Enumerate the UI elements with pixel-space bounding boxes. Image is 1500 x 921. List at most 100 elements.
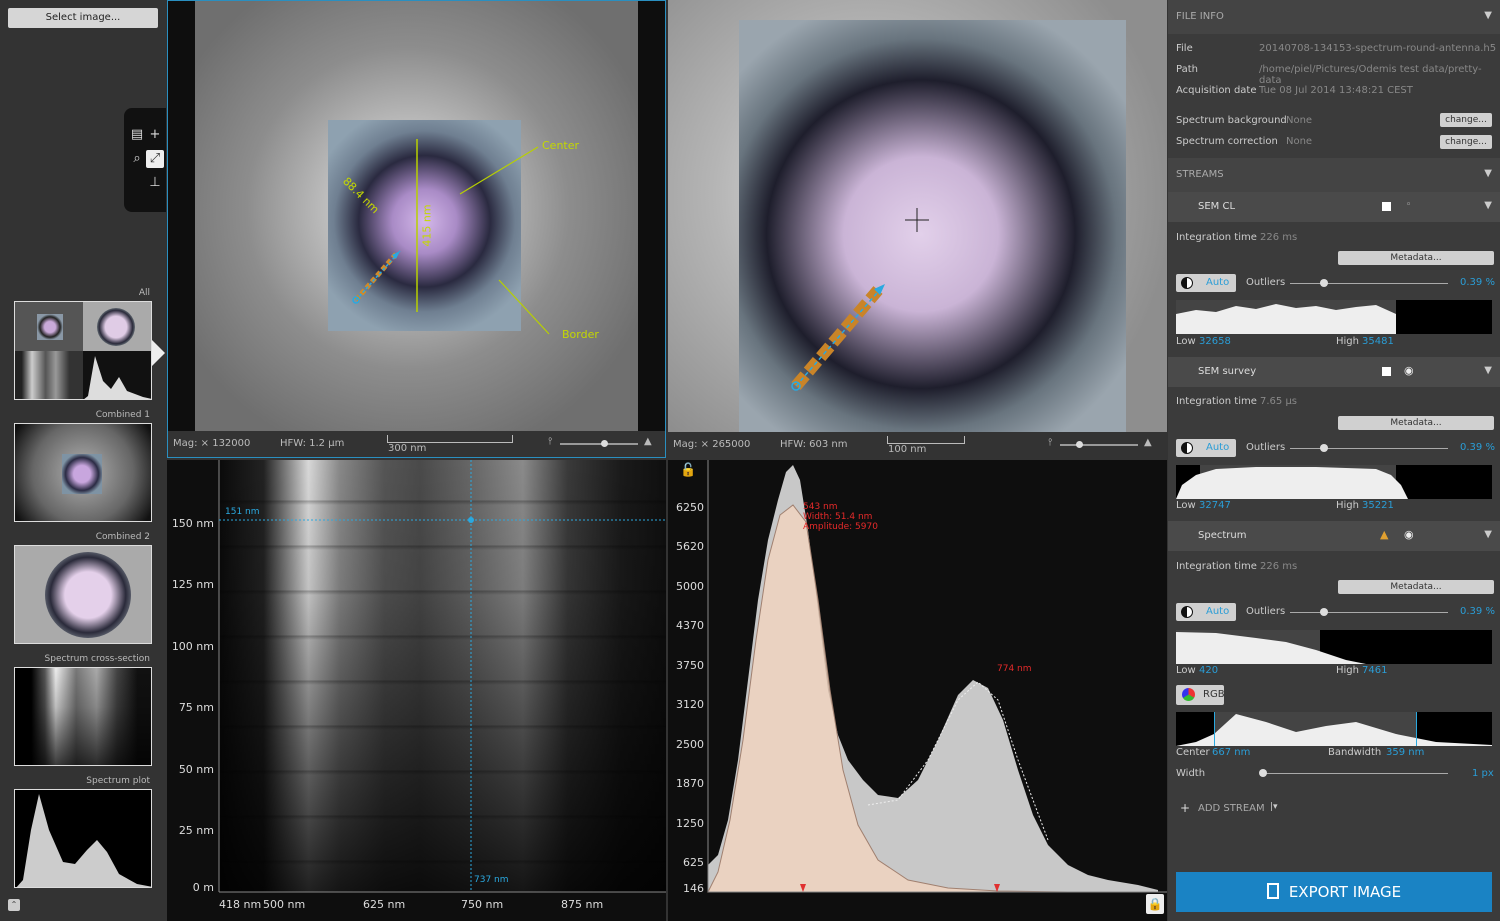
spectrum-correction-label: Spectrum correction xyxy=(1176,136,1278,147)
histogram-sem-cl[interactable] xyxy=(1176,300,1492,334)
outliers-label: Outliers xyxy=(1246,442,1286,453)
y-tick: 625 xyxy=(683,856,704,869)
width-value: 1 px xyxy=(1472,768,1494,779)
change-correction-button[interactable]: change... xyxy=(1440,135,1492,149)
streams-title: STREAMS xyxy=(1176,169,1224,180)
chevron-down-icon[interactable]: ▼ xyxy=(1484,200,1492,211)
low-value: 32747 xyxy=(1199,500,1231,511)
peak1-position: 543 nm xyxy=(803,502,838,512)
metadata-button[interactable]: Metadata... xyxy=(1338,580,1494,594)
stream-header-sem-survey[interactable]: SEM survey ◉ ▼ xyxy=(1168,357,1500,387)
integration-time-value: 226 ms xyxy=(1260,561,1298,572)
viewport-spectrum-plot[interactable]: 🔓 543 nm Width: 51.4 nm Amplitude: 5970 … xyxy=(668,460,1167,921)
y-tick: 146 xyxy=(683,882,704,895)
outliers-slider[interactable] xyxy=(1290,612,1448,613)
outliers-value: 0.39 % xyxy=(1460,606,1495,617)
auto-contrast-toggle[interactable]: Auto xyxy=(1176,603,1236,621)
thumb-combined-2[interactable] xyxy=(14,545,152,644)
center-annotation: Center xyxy=(542,139,580,152)
add-stream-button[interactable]: + ADD STREAM |▾ xyxy=(1178,801,1288,817)
x-tick: 750 nm xyxy=(461,898,504,911)
y-tick: 5000 xyxy=(676,580,704,593)
spectrum-background-value: None xyxy=(1286,115,1313,126)
collapse-arrow-icon[interactable]: ▼ xyxy=(1484,10,1492,21)
collapse-arrow-icon[interactable]: ▼ xyxy=(1484,168,1492,179)
stream-name: SEM survey xyxy=(1198,366,1257,377)
settings-panel: FILE INFO ▼ File 20140708-134153-spectru… xyxy=(1168,0,1500,921)
peak2-position: 774 nm xyxy=(997,664,1032,674)
select-image-button[interactable]: Select image... xyxy=(8,8,158,28)
magnification-zoom: Mag: × 265000 xyxy=(673,439,751,450)
y-tick: 3120 xyxy=(676,698,704,711)
contrast-slider-knob[interactable] xyxy=(601,440,608,447)
point-select-icon[interactable]: ⌕ xyxy=(128,150,146,168)
width-slider-knob[interactable] xyxy=(1259,769,1267,777)
viewport-combined-1[interactable]: Center Border 88.4 nm 415 nm Mag: × 1320… xyxy=(167,0,666,458)
metadata-button[interactable]: Metadata... xyxy=(1338,251,1494,265)
contrast-slider-zoom-knob[interactable] xyxy=(1076,441,1083,448)
stream-header-sem-cl[interactable]: SEM CL ◦ ▼ xyxy=(1168,192,1500,222)
cursor-y-label: 151 nm xyxy=(225,507,260,517)
thumb-label-all: All xyxy=(138,288,150,298)
outliers-slider-knob[interactable] xyxy=(1320,279,1328,287)
y-tick: 5620 xyxy=(676,540,704,553)
width-slider[interactable] xyxy=(1262,773,1448,774)
eye-icon[interactable]: ◉ xyxy=(1404,528,1414,541)
auto-contrast-toggle[interactable]: Auto xyxy=(1176,274,1236,292)
thumb-label-combined-2: Combined 2 xyxy=(95,532,150,542)
thumb-quad-plot xyxy=(83,350,151,399)
file-label: File xyxy=(1176,43,1193,54)
file-info-header[interactable]: FILE INFO ▼ xyxy=(1168,0,1500,34)
scale-bar-zoom-label: 100 nm xyxy=(888,444,927,455)
outliers-slider-knob[interactable] xyxy=(1320,608,1328,616)
y-tick: 1250 xyxy=(676,817,704,830)
crosshair-icon[interactable]: + xyxy=(146,126,164,144)
acquisition-date-label: Acquisition date xyxy=(1176,85,1257,96)
zoom-annotation-layer xyxy=(791,208,929,391)
metadata-button[interactable]: Metadata... xyxy=(1338,416,1494,430)
change-background-button[interactable]: change... xyxy=(1440,113,1492,127)
file-icon[interactable]: ▤ xyxy=(128,126,146,144)
thumb-all[interactable] xyxy=(14,301,152,400)
spectrum-warning-icon[interactable]: ▲ xyxy=(1380,528,1388,541)
contrast-slider[interactable] xyxy=(560,443,638,445)
stream-visible-square-icon[interactable] xyxy=(1382,367,1391,376)
outliers-slider[interactable] xyxy=(1290,283,1448,284)
histogram-spectrum[interactable] xyxy=(1176,630,1492,664)
histogram-sem-survey[interactable] xyxy=(1176,465,1492,499)
thumb-spectrum-cross-section[interactable] xyxy=(14,667,152,766)
legend-view-2: Mag: × 265000 HFW: 603 nm 100 nm ⫯ ▲ xyxy=(668,432,1167,458)
outliers-slider-knob[interactable] xyxy=(1320,444,1328,452)
spectrum-correction-value: None xyxy=(1286,136,1313,147)
contrast-slider-zoom[interactable] xyxy=(1060,444,1138,446)
eye-closed-icon[interactable]: ◦ xyxy=(1406,200,1411,210)
chevron-down-icon[interactable]: |▾ xyxy=(1270,802,1278,812)
streams-header[interactable]: STREAMS ▼ xyxy=(1168,158,1500,192)
acquisition-date-value: Tue 08 Jul 2014 13:48:21 CEST xyxy=(1259,85,1413,96)
thumb-spectrum-plot[interactable] xyxy=(14,789,152,888)
viewport-combined-2[interactable]: Mag: × 265000 HFW: 603 nm 100 nm ⫯ ▲ xyxy=(668,0,1167,458)
bandwidth-label: Bandwidth xyxy=(1328,747,1382,758)
height-annotation: 415 nm xyxy=(420,204,434,247)
drift-icon[interactable]: ⊥ xyxy=(146,174,164,192)
center-label: Center xyxy=(1176,747,1210,758)
thumb-combined-1[interactable] xyxy=(14,423,152,522)
auto-label: Auto xyxy=(1206,606,1230,617)
line-select-icon[interactable]: ⤢ xyxy=(146,150,164,168)
lock-icon[interactable]: 🔒 xyxy=(1146,894,1164,914)
outliers-value: 0.39 % xyxy=(1460,277,1495,288)
triangle-icon: ▲ xyxy=(644,436,652,447)
stream-visible-square-icon[interactable] xyxy=(1382,202,1391,211)
rgb-toggle[interactable]: RGB xyxy=(1176,685,1225,705)
chevron-down-icon[interactable]: ▼ xyxy=(1484,529,1492,540)
export-image-button[interactable]: EXPORT IMAGE xyxy=(1176,872,1492,912)
chevron-down-icon[interactable]: ▼ xyxy=(1484,365,1492,376)
y-tick: 4370 xyxy=(676,619,704,632)
auto-contrast-toggle[interactable]: Auto xyxy=(1176,439,1236,457)
band-histogram[interactable] xyxy=(1176,712,1492,746)
stream-header-spectrum[interactable]: Spectrum ▲ ◉ ▼ xyxy=(1168,521,1500,551)
viewport-spectrum-cross-section[interactable]: 151 nm 737 nm 150 nm 125 nm 100 nm 75 nm… xyxy=(167,460,666,921)
eye-icon[interactable]: ◉ xyxy=(1404,364,1414,377)
collapse-icon[interactable]: ⌃ xyxy=(8,899,20,911)
outliers-slider[interactable] xyxy=(1290,448,1448,449)
